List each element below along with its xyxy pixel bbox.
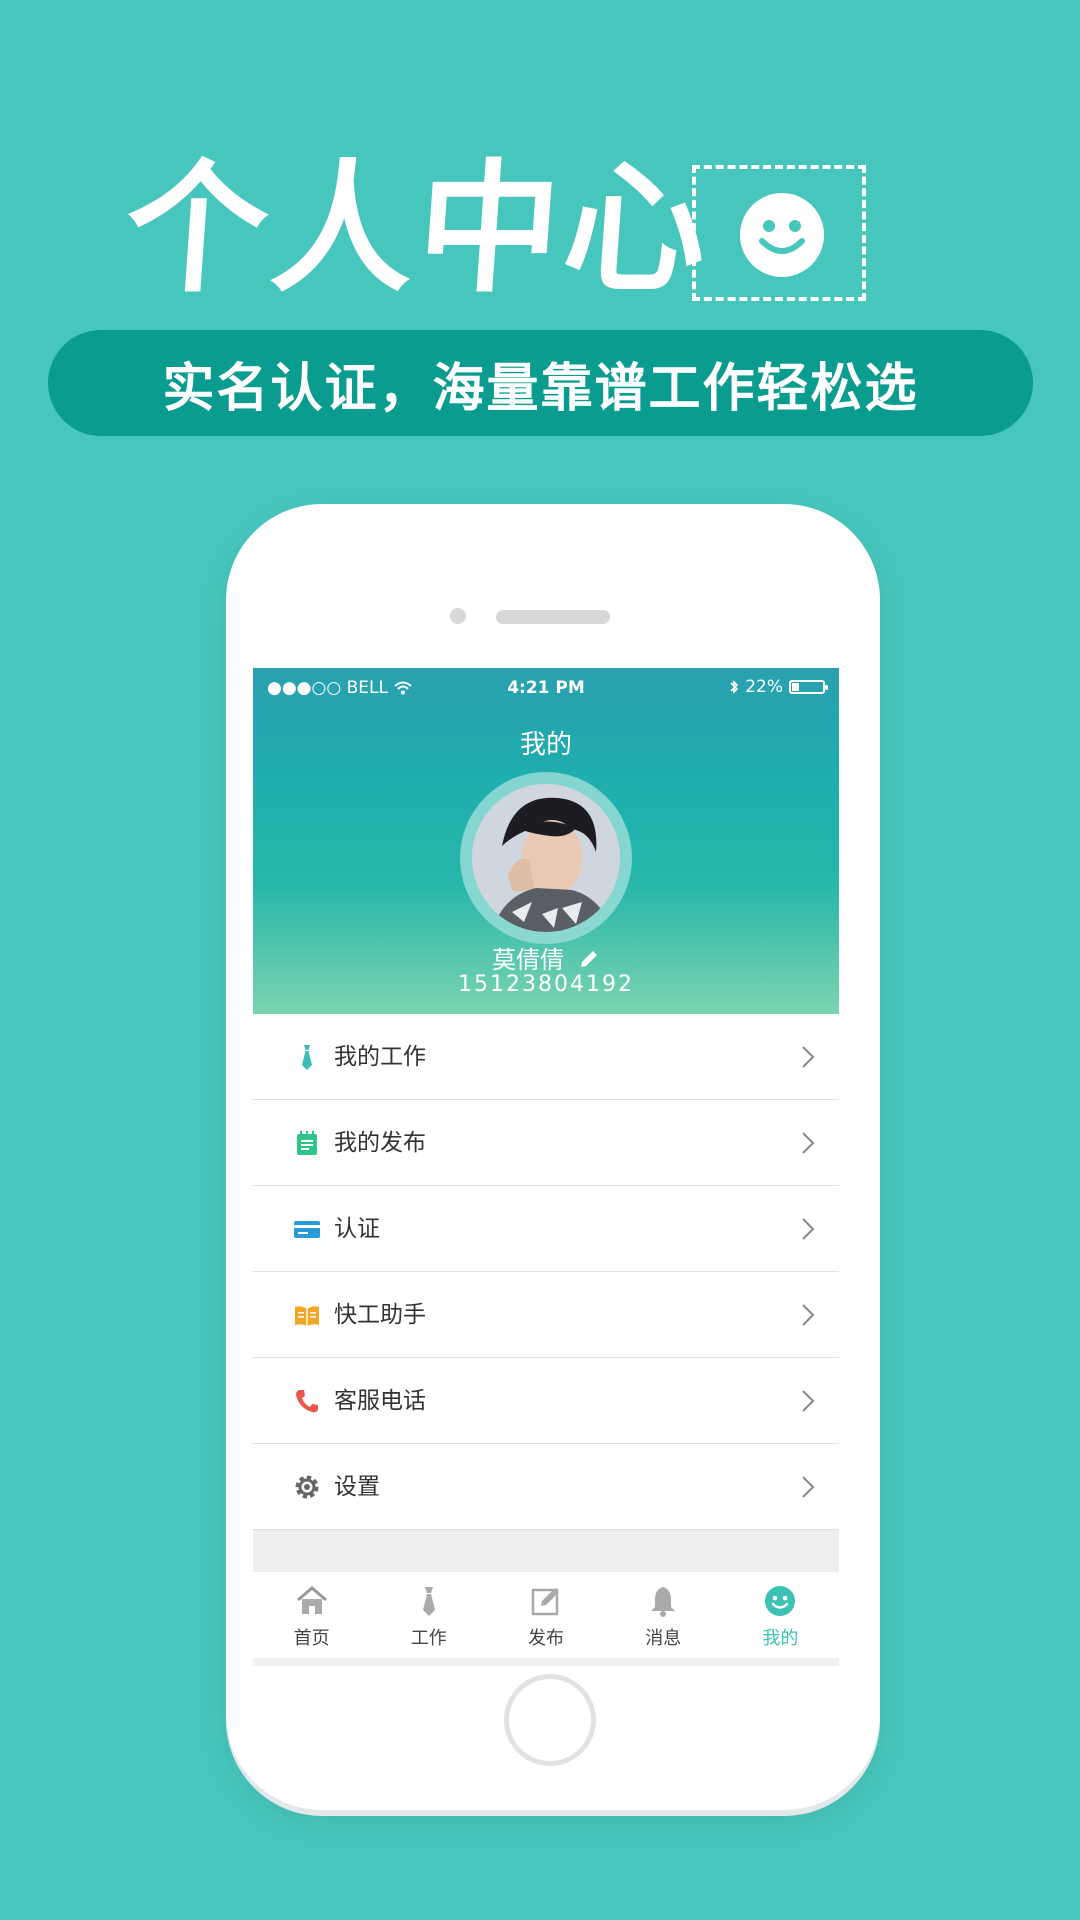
phone-camera <box>450 608 466 624</box>
phone-speaker <box>496 610 610 624</box>
menu-item-label: 我的发布 <box>334 1130 426 1156</box>
tab-label: 工作 <box>410 1628 447 1649</box>
profile-header: ●●●○○ BELL 4:21 PM 22% 我的 莫倩倩 1512380419… <box>253 668 839 1014</box>
chevron-right-icon <box>802 1132 815 1154</box>
chevron-right-icon <box>802 1476 815 1498</box>
edit-pencil-icon[interactable] <box>578 948 600 970</box>
tab-label: 消息 <box>645 1628 682 1649</box>
menu-item-my-posts[interactable]: 我的发布 <box>253 1100 839 1186</box>
gear-icon <box>295 1475 319 1499</box>
phone-home-button[interactable] <box>504 1674 596 1766</box>
promo-banner: 实名认证，海量靠谱工作轻松选 <box>48 330 1033 436</box>
smiley-frame <box>692 165 866 301</box>
menu-item-assistant[interactable]: 快工助手 <box>253 1272 839 1358</box>
menu-item-customer-service[interactable]: 客服电话 <box>253 1358 839 1444</box>
page-title: 我的 <box>519 730 572 760</box>
notepad-icon <box>297 1131 317 1155</box>
bell-icon <box>651 1587 676 1617</box>
chevron-right-icon <box>802 1218 815 1240</box>
smiley-icon <box>765 1586 796 1616</box>
phone-icon <box>296 1390 318 1413</box>
battery-icon <box>789 680 828 694</box>
tie-icon <box>302 1045 312 1070</box>
bluetooth-icon <box>730 680 739 694</box>
avatar-ring[interactable] <box>460 772 632 944</box>
menu-item-label: 认证 <box>334 1216 380 1242</box>
tab-bar: 首页 工作 发布 消息 我的 <box>253 1572 839 1658</box>
tab-label: 我的 <box>762 1628 799 1649</box>
menu-item-settings[interactable]: 设置 <box>253 1444 839 1530</box>
home-icon <box>296 1586 327 1614</box>
menu-item-label: 快工助手 <box>334 1302 426 1328</box>
tab-label: 首页 <box>293 1628 330 1649</box>
battery-percent: 22% <box>745 677 783 697</box>
smiley-icon <box>740 193 824 277</box>
user-name-row[interactable]: 莫倩倩 <box>253 940 839 975</box>
chevron-right-icon <box>802 1304 815 1326</box>
chevron-right-icon <box>802 1046 815 1068</box>
app-screen: ●●●○○ BELL 4:21 PM 22% 我的 莫倩倩 1512380419… <box>253 668 839 1666</box>
chevron-right-icon <box>802 1390 815 1412</box>
status-bar: ●●●○○ BELL 4:21 PM 22% <box>253 668 839 708</box>
tab-messages[interactable]: 消息 <box>605 1572 722 1658</box>
avatar[interactable] <box>472 784 620 932</box>
tab-mine[interactable]: 我的 <box>722 1572 839 1658</box>
profile-menu: 我的工作 我的发布 认证 快工助手 客服电话 设置 <box>253 1014 839 1530</box>
tab-work[interactable]: 工作 <box>370 1572 487 1658</box>
menu-item-verification[interactable]: 认证 <box>253 1186 839 1272</box>
menu-item-label: 我的工作 <box>334 1044 426 1070</box>
menu-item-my-work[interactable]: 我的工作 <box>253 1014 839 1100</box>
tie-icon <box>422 1587 435 1616</box>
tab-home[interactable]: 首页 <box>253 1572 370 1658</box>
promo-headline: 个人中心 <box>120 147 716 312</box>
tab-publish[interactable]: 发布 <box>487 1572 604 1658</box>
tab-label: 发布 <box>528 1628 564 1649</box>
id-card-icon <box>294 1221 320 1238</box>
menu-item-label: 设置 <box>334 1474 380 1500</box>
menu-item-label: 客服电话 <box>334 1388 426 1414</box>
book-icon <box>295 1306 319 1326</box>
promo-headline-text: 个人中心 <box>120 147 716 312</box>
user-name: 莫倩倩 <box>492 946 565 974</box>
user-phone: 15123804192 <box>458 972 634 997</box>
edit-icon <box>531 1588 559 1616</box>
